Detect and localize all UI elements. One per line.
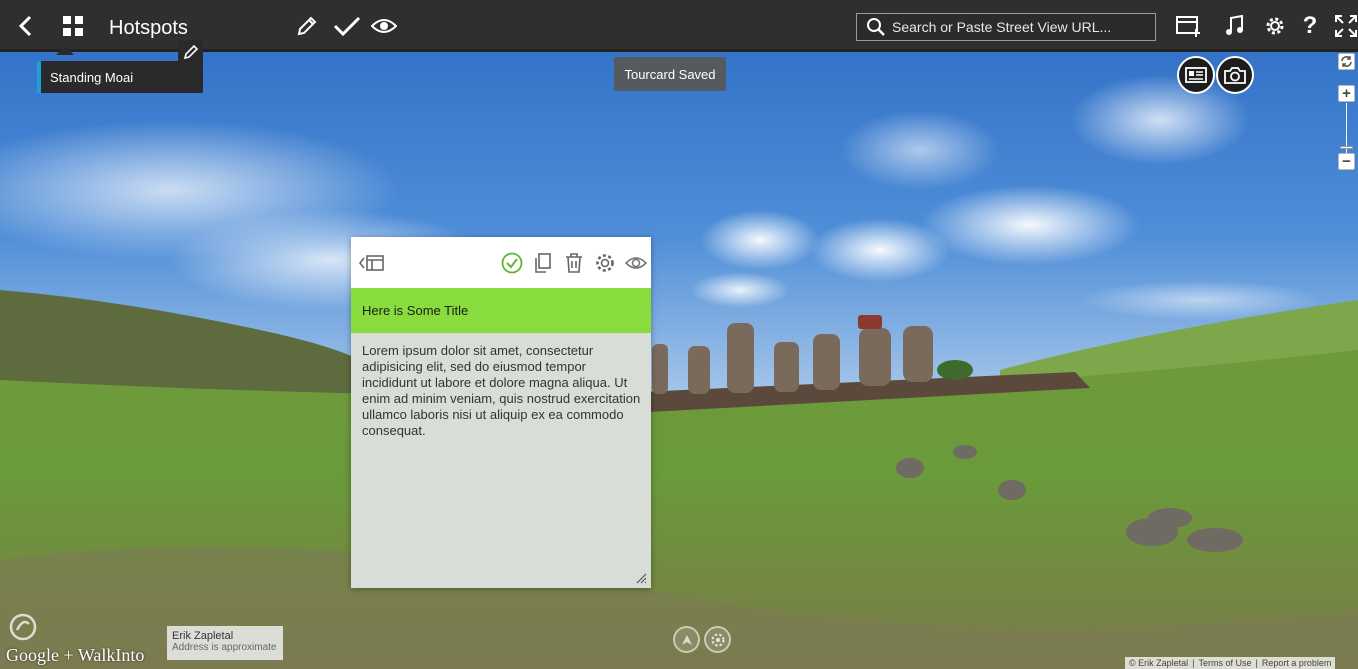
layout-icon [359, 255, 384, 271]
minus-icon: − [1342, 153, 1351, 170]
zoom-controls: + − [1336, 51, 1358, 175]
copy-icon [535, 253, 551, 273]
street-view-editor: Hotspots ? Standing Moai [0, 0, 1358, 669]
nav-compass-button[interactable] [673, 626, 700, 653]
layout-button[interactable] [359, 250, 385, 276]
edit-button[interactable] [289, 8, 325, 44]
author-name: Erik Zapletal [172, 630, 234, 642]
fullscreen-icon [1335, 15, 1357, 37]
zoom-in-button[interactable]: + [1338, 85, 1355, 102]
checkmark-icon [333, 16, 361, 37]
search-input[interactable] [886, 14, 1155, 40]
gear-icon [710, 632, 725, 647]
music-note-icon [1226, 15, 1243, 35]
confirm-button[interactable] [329, 8, 365, 44]
report-problem-link[interactable]: Report a problem [1262, 657, 1332, 669]
google-walkinto-logo: Google + WalkInto [6, 645, 145, 665]
card-settings-button[interactable] [592, 250, 618, 276]
toast-notification: Tourcard Saved [614, 57, 726, 91]
plus-icon: + [1342, 85, 1351, 102]
walkinto-logo-icon [9, 613, 37, 641]
zoom-handle[interactable] [1340, 146, 1353, 149]
grid-menu-button[interactable] [55, 8, 91, 44]
settings-button[interactable] [1257, 8, 1293, 44]
hotspot-item-label: Standing Moai [50, 70, 134, 85]
gear-icon [1266, 17, 1284, 35]
tourcard-toolbar [351, 237, 651, 288]
grid-icon [63, 16, 83, 36]
help-button[interactable]: ? [1292, 8, 1328, 44]
check-circle-icon [501, 252, 523, 274]
zoom-out-button[interactable]: − [1338, 153, 1355, 170]
page-title: Hotspots [109, 17, 188, 39]
address-note: Address is approximate [172, 642, 277, 653]
pencil-icon [183, 44, 198, 60]
rotate-icon [1341, 56, 1352, 67]
eye-icon [371, 19, 397, 33]
gear-icon [596, 254, 614, 272]
panorama-view[interactable] [0, 0, 1358, 669]
duplicate-button[interactable] [530, 250, 556, 276]
add-scene-icon [1176, 16, 1200, 37]
copyright-text: © Erik Zapletal [1129, 658, 1189, 668]
pencil-icon [297, 16, 317, 36]
hotspot-edit-button[interactable] [178, 40, 203, 64]
tourcard-body[interactable]: Lorem ipsum dolor sit amet, consectetur … [362, 343, 644, 439]
card-preview-button[interactable] [623, 250, 649, 276]
delete-button[interactable] [561, 250, 587, 276]
terms-bar: © Erik Zapletal | Terms of Use | Report … [1125, 657, 1336, 669]
music-button[interactable] [1216, 8, 1252, 44]
card-icon [1185, 67, 1207, 83]
terms-link[interactable]: Terms of Use [1199, 657, 1252, 669]
compass-icon [681, 634, 692, 645]
rotate-button[interactable] [1338, 53, 1355, 70]
fullscreen-button[interactable] [1328, 8, 1358, 44]
nav-settings-button[interactable] [704, 626, 731, 653]
help-icon: ? [1302, 12, 1318, 39]
tourcard: Here is Some Title Lorem ipsum dolor sit… [351, 237, 651, 588]
dropdown-caret [56, 46, 74, 55]
trash-icon [566, 253, 582, 273]
add-scene-button[interactable] [1171, 8, 1207, 44]
hotspot-item[interactable]: Standing Moai [37, 61, 203, 93]
search-icon [867, 18, 885, 36]
save-card-button[interactable] [499, 250, 525, 276]
resize-handle-icon[interactable] [635, 572, 647, 584]
tourcard-title[interactable]: Here is Some Title [351, 288, 651, 333]
preview-button[interactable] [366, 8, 402, 44]
top-toolbar: Hotspots ? [0, 0, 1358, 52]
back-button[interactable] [8, 8, 44, 44]
eye-icon [625, 257, 647, 269]
camera-icon [1224, 67, 1246, 84]
chevron-left-icon [18, 15, 32, 37]
author-credit[interactable]: Erik Zapletal Address is approximate [167, 626, 283, 660]
snapshot-button[interactable] [1216, 56, 1254, 94]
tourcard-button[interactable] [1177, 56, 1215, 94]
search-box[interactable] [856, 13, 1156, 41]
